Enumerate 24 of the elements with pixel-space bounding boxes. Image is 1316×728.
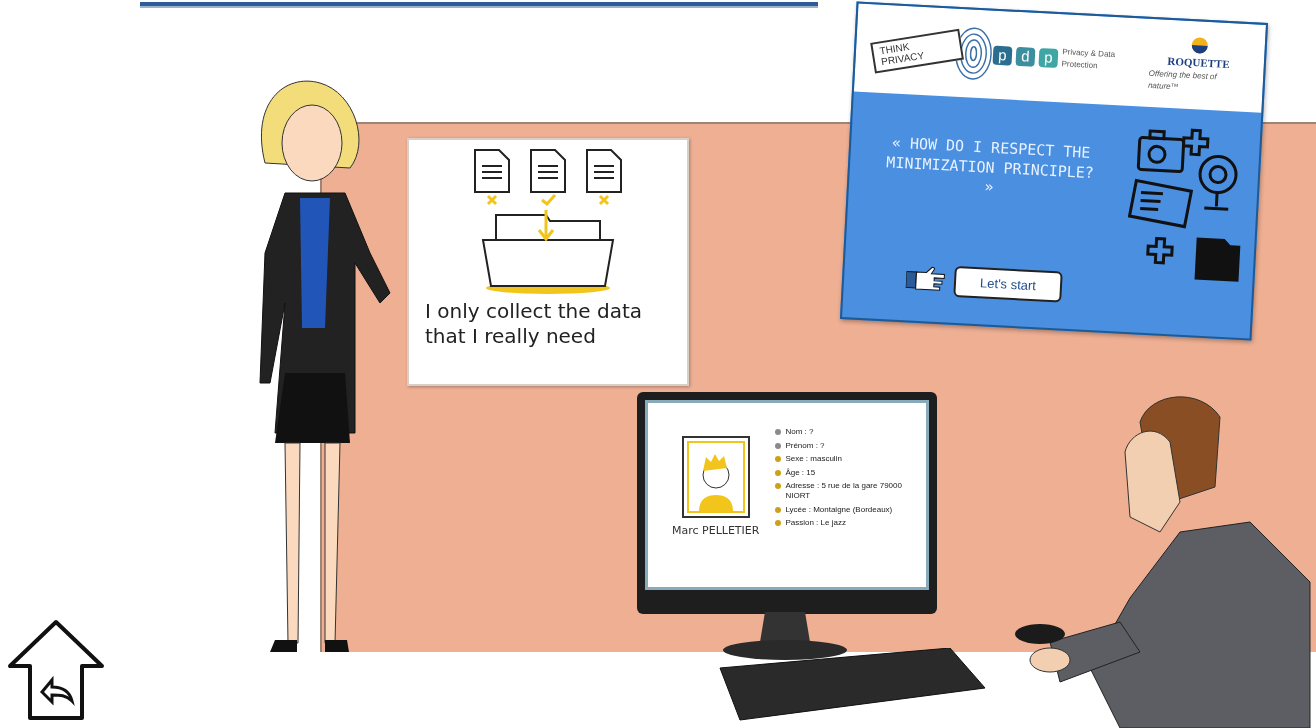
profile-field: Nom : ? xyxy=(785,427,814,437)
company-tagline: Offering the best of nature™ xyxy=(1147,68,1219,94)
profile-name: Marc PELLETIER xyxy=(672,523,760,539)
question-text: « HOW DO I RESPECT THE MINIMIZATION PRINCIPLE? » xyxy=(884,132,1096,198)
profile-field: Adresse : 5 rue de la gare 79000 NIORT xyxy=(785,481,906,501)
logo-letter: p xyxy=(992,45,1013,66)
logo-letter: d xyxy=(1015,46,1036,67)
profile-field: Âge : 15 xyxy=(785,467,816,478)
profile-field: Sexe : masculin xyxy=(785,454,842,464)
home-button[interactable] xyxy=(6,618,106,722)
think-privacy-label: THINK PRIVACY xyxy=(870,28,964,73)
pointing-hand-icon xyxy=(905,265,947,294)
company-logo-icon xyxy=(1190,35,1209,55)
profile-field: Prénom : ? xyxy=(785,440,825,451)
document-icon xyxy=(474,149,510,193)
logo-letter: p xyxy=(1038,47,1059,68)
profile-field: Passion : Le jazz xyxy=(785,518,846,528)
pdp-label: Privacy & Data Protection xyxy=(1061,46,1117,73)
start-button[interactable]: Let's start xyxy=(953,265,1063,303)
poster-caption: I only collect the data that I really need xyxy=(424,299,643,349)
profile-field: Lycée : Montaigne (Bordeaux) xyxy=(785,504,893,515)
document-icon xyxy=(586,149,622,193)
company-name: ROQUETTE xyxy=(1167,53,1231,70)
document-icon xyxy=(530,149,566,193)
